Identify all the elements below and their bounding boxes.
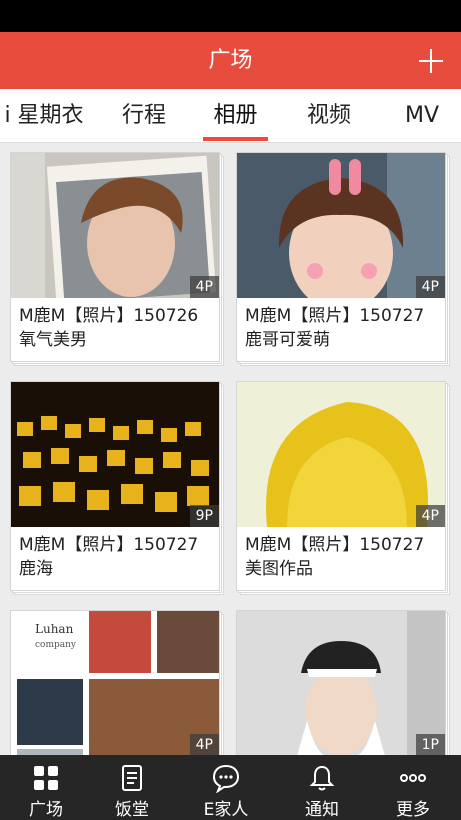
album-card-body: Luhan company 4P — [10, 610, 220, 755]
chat-icon — [212, 764, 240, 793]
bottom-nav: 广场 饭堂 E家人 通知 更多 — [0, 755, 461, 820]
album-card-body: 4P M鹿M【照片】150727美图作品 — [236, 381, 446, 591]
album-card-body: 4P M鹿M【照片】150726氧气美男 — [10, 152, 220, 362]
collage-logo-line1: Luhan — [35, 622, 74, 636]
photo-count-badge: 4P — [189, 276, 219, 298]
grid-icon — [34, 766, 58, 790]
nav-label: 通知 — [305, 800, 339, 820]
nav-item-notifications[interactable]: 通知 — [276, 755, 368, 820]
document-icon — [122, 765, 142, 791]
tab-weekly-outfit[interactable]: i 星期衣 — [0, 89, 92, 142]
album-caption: M鹿M【照片】150726氧气美男 — [19, 306, 199, 350]
album-card[interactable]: 4P M鹿M【照片】150726氧气美男 — [10, 152, 224, 366]
collage-logo-line2: company — [35, 640, 77, 650]
album-grid: 4P M鹿M【照片】150726氧气美男 4P M鹿M【照片】150727鹿哥可… — [0, 143, 461, 755]
album-card[interactable]: Luhan company 4P — [10, 610, 224, 755]
album-thumbnail: 9P — [11, 382, 219, 527]
album-thumbnail: 4P — [237, 153, 445, 298]
add-button[interactable] — [411, 41, 451, 81]
album-card[interactable]: 1P — [236, 610, 450, 755]
album-card-body: 9P M鹿M【照片】150727鹿海 — [10, 381, 220, 591]
nav-item-family[interactable]: E家人 — [180, 755, 272, 820]
tab-album[interactable]: 相册 — [203, 89, 268, 142]
album-caption: M鹿M【照片】150727美图作品 — [245, 535, 425, 579]
nav-item-canteen[interactable]: 饭堂 — [86, 755, 178, 820]
active-tab-indicator — [203, 137, 268, 141]
album-caption: M鹿M【照片】150727鹿海 — [19, 535, 199, 579]
nav-label: 广场 — [29, 800, 63, 820]
nav-item-square[interactable]: 广场 — [0, 755, 92, 820]
status-bar — [0, 0, 461, 32]
album-card[interactable]: 4P M鹿M【照片】150727美图作品 — [236, 381, 450, 595]
tab-schedule[interactable]: 行程 — [112, 89, 176, 142]
nav-label: 更多 — [396, 800, 430, 820]
album-card[interactable]: 9P M鹿M【照片】150727鹿海 — [10, 381, 224, 595]
photo-count-badge: 4P — [415, 505, 445, 527]
nav-label: E家人 — [203, 800, 249, 820]
album-thumbnail: 4P — [237, 382, 445, 527]
tab-bar: i 星期衣 行程 相册 视频 MV — [0, 89, 461, 143]
bell-icon — [309, 765, 335, 791]
more-icon — [400, 774, 426, 782]
photo-count-badge: 4P — [189, 734, 219, 755]
plus-icon — [419, 49, 443, 73]
nav-item-more[interactable]: 更多 — [367, 755, 459, 820]
photo-count-badge: 9P — [189, 505, 219, 527]
app-bar: 广场 — [0, 32, 461, 89]
page-title: 广场 — [208, 48, 253, 73]
photo-count-badge: 1P — [415, 734, 445, 755]
photo-count-badge: 4P — [415, 276, 445, 298]
album-thumbnail: 4P — [11, 153, 219, 298]
album-thumbnail: Luhan company 4P — [11, 611, 219, 755]
tab-mv[interactable]: MV — [395, 89, 449, 142]
album-thumbnail: 1P — [237, 611, 445, 755]
album-card-body: 4P M鹿M【照片】150727鹿哥可爱萌 — [236, 152, 446, 362]
nav-label: 饭堂 — [115, 800, 149, 820]
album-caption: M鹿M【照片】150727鹿哥可爱萌 — [245, 306, 425, 350]
album-card-body: 1P — [236, 610, 446, 755]
album-card[interactable]: 4P M鹿M【照片】150727鹿哥可爱萌 — [236, 152, 450, 366]
tab-video[interactable]: 视频 — [297, 89, 361, 142]
